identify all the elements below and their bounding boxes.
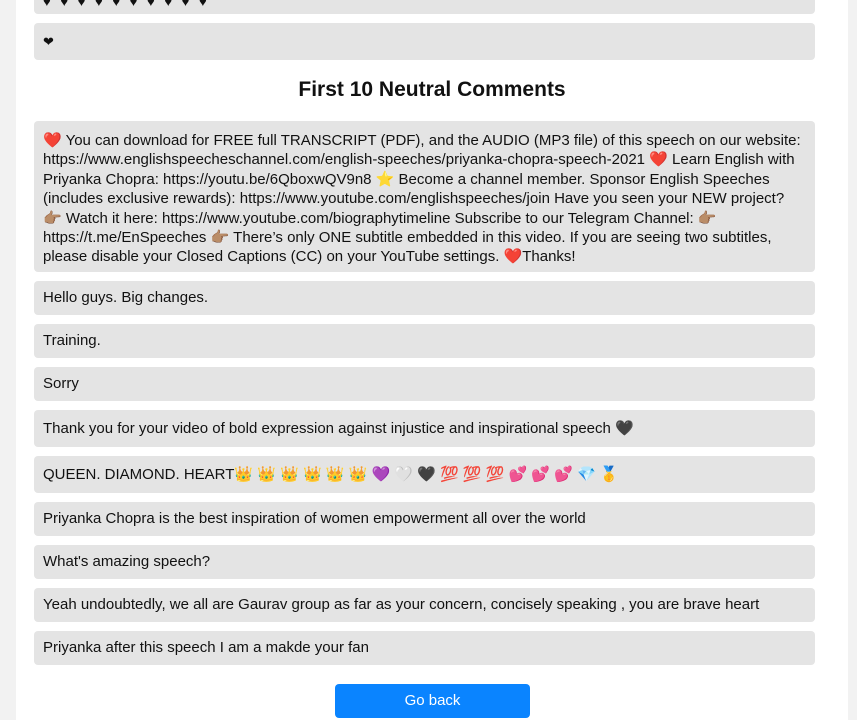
go-back-button[interactable]: Go back (335, 684, 530, 718)
page-content: ♥ ♥ ♥ ♥ ♥ ♥ ♥ ♥ ♥ ♥ ❤ First 10 Neutral C… (16, 0, 848, 720)
heart-icon: ❤ (43, 33, 54, 49)
comment-text: Sorry (43, 375, 79, 393)
comment-card: Hello guys. Big changes. (34, 281, 815, 315)
section-title: First 10 Neutral Comments (298, 78, 566, 101)
comment-text: QUEEN. DIAMOND. HEART👑 👑 👑 👑 👑 👑 💜 🤍 🖤 💯… (43, 465, 619, 483)
comment-text: Training. (43, 332, 101, 350)
comment-text: What's amazing speech? (43, 553, 211, 571)
comment-card-partial: ♥ ♥ ♥ ♥ ♥ ♥ ♥ ♥ ♥ ♥ (34, 0, 815, 14)
comment-card: What's amazing speech? (34, 545, 815, 579)
comment-card: Training. (34, 324, 815, 358)
comment-card: ❤️ You can download for FREE full TRANSC… (34, 121, 815, 272)
comment-text: Priyanka after this speech I am a makde … (43, 639, 369, 657)
comment-card: Yeah undoubtedly, we all are Gaurav grou… (34, 588, 815, 622)
comment-text: Hello guys. Big changes. (43, 289, 209, 307)
comment-card: QUEEN. DIAMOND. HEART👑 👑 👑 👑 👑 👑 💜 🤍 🖤 💯… (34, 456, 815, 493)
comment-text: Priyanka Chopra is the best inspiration … (43, 510, 586, 528)
comment-text: Thank you for your video of bold express… (43, 419, 634, 437)
comment-card: ❤ (34, 23, 815, 60)
comment-text: ♥ ♥ ♥ ♥ ♥ ♥ ♥ ♥ ♥ ♥ (43, 0, 210, 10)
comment-card: Sorry (34, 367, 815, 401)
comment-text: Yeah undoubtedly, we all are Gaurav grou… (43, 596, 760, 614)
comment-card: Priyanka after this speech I am a makde … (34, 631, 815, 665)
scrollbar[interactable] (849, 0, 857, 709)
comment-card: Priyanka Chopra is the best inspiration … (34, 502, 815, 536)
comment-card: Thank you for your video of bold express… (34, 410, 815, 447)
comment-text: ❤️ You can download for FREE full TRANSC… (43, 132, 805, 266)
